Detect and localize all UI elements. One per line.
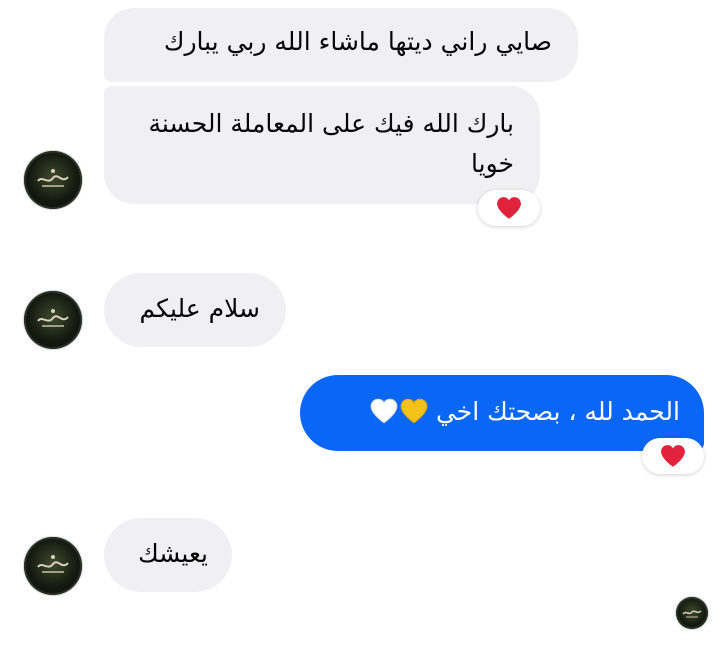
contact-avatar-icon[interactable] bbox=[24, 291, 82, 349]
message-text: الحمد لله ، بصحتك اخي bbox=[435, 397, 680, 426]
message-text: سلام عليكم bbox=[139, 294, 260, 323]
contact-avatar-icon[interactable] bbox=[24, 537, 82, 595]
message-text: صايي راني ديتها ماشاء الله ربي يبارك bbox=[163, 27, 552, 56]
heart-reaction-badge[interactable] bbox=[478, 190, 540, 226]
red-heart-icon bbox=[497, 197, 521, 219]
incoming-message-bubble[interactable]: صايي راني ديتها ماشاء الله ربي يبارك bbox=[104, 8, 578, 82]
incoming-message-bubble[interactable]: يعيشك bbox=[104, 518, 232, 592]
message-text-line: خويا bbox=[471, 149, 514, 178]
heart-reaction-badge[interactable] bbox=[642, 438, 704, 474]
read-receipt-avatar-icon bbox=[676, 597, 708, 629]
outgoing-message-bubble[interactable]: الحمد لله ، بصحتك اخي bbox=[300, 375, 704, 451]
red-heart-icon bbox=[661, 445, 685, 467]
contact-avatar-icon[interactable] bbox=[24, 151, 82, 209]
incoming-message-bubble[interactable]: سلام عليكم bbox=[104, 273, 286, 347]
message-text-line: بارك الله فيك على المعاملة الحسنة bbox=[148, 109, 514, 138]
white-heart-icon bbox=[370, 398, 398, 424]
incoming-message-bubble[interactable]: بارك الله فيك على المعاملة الحسنة خويا bbox=[104, 86, 540, 204]
message-text: يعيشك bbox=[138, 539, 208, 568]
yellow-heart-icon bbox=[400, 398, 428, 424]
